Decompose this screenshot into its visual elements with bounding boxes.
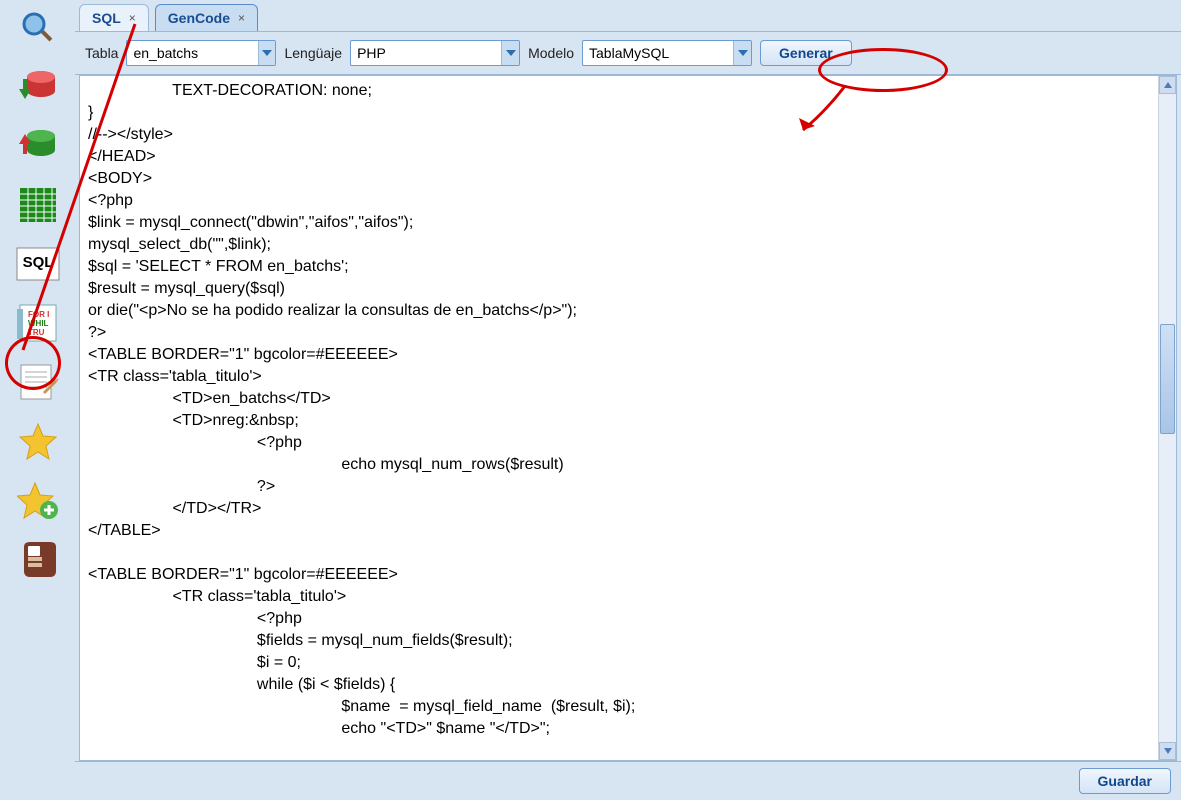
close-icon[interactable]: × [129,11,136,25]
tabla-select[interactable] [126,40,276,66]
sql-icon[interactable]: SQL [14,242,62,286]
generar-button[interactable]: Generar [760,40,852,66]
scroll-down-icon[interactable] [1159,742,1176,760]
edit-page-icon[interactable] [14,360,62,404]
modelo-select[interactable] [582,40,752,66]
svg-text:TRU: TRU [28,328,45,337]
main-panel: SQL × GenCode × Tabla Lengüaje Modelo Ge… [75,0,1181,800]
scroll-up-icon[interactable] [1159,76,1176,94]
lenguaje-value[interactable] [351,42,501,64]
code-icon[interactable]: FOR IWHILTRU [14,301,62,345]
lenguaje-label: Lengüaje [284,45,342,61]
scroll-track[interactable] [1159,94,1176,742]
db-down-icon[interactable] [14,124,62,168]
tab-bar: SQL × GenCode × [75,0,1181,31]
tab-label: SQL [92,10,121,26]
code-area[interactable]: TEXT-DECORATION: none; } //--></style> <… [80,76,1158,760]
footer: Guardar [75,761,1181,800]
db-up-icon[interactable] [14,65,62,109]
tab-label: GenCode [168,10,230,26]
tab-gencode[interactable]: GenCode × [155,4,258,31]
grid-icon[interactable] [14,183,62,227]
code-area-wrap: TEXT-DECORATION: none; } //--></style> <… [79,75,1177,761]
star-icon[interactable] [14,419,62,463]
search-icon[interactable] [14,6,62,50]
svg-text:WHIL: WHIL [28,319,49,328]
address-book-icon[interactable] [14,537,62,581]
tabla-label: Tabla [85,45,118,61]
lenguaje-select[interactable] [350,40,520,66]
modelo-value[interactable] [583,42,733,64]
guardar-button[interactable]: Guardar [1079,768,1171,794]
chevron-down-icon[interactable] [258,41,276,65]
close-icon[interactable]: × [238,11,245,25]
tab-sql[interactable]: SQL × [79,4,149,31]
svg-text:SQL: SQL [22,254,53,271]
sidebar: SQL FOR IWHILTRU [0,0,75,800]
vertical-scrollbar[interactable] [1158,76,1176,760]
chevron-down-icon[interactable] [501,41,519,65]
toolbar: Tabla Lengüaje Modelo Generar [75,31,1181,75]
chevron-down-icon[interactable] [733,41,751,65]
star-add-icon[interactable] [14,478,62,522]
modelo-label: Modelo [528,45,574,61]
svg-text:FOR I: FOR I [28,310,49,319]
scroll-thumb[interactable] [1160,324,1175,434]
tabla-value[interactable] [127,42,257,64]
